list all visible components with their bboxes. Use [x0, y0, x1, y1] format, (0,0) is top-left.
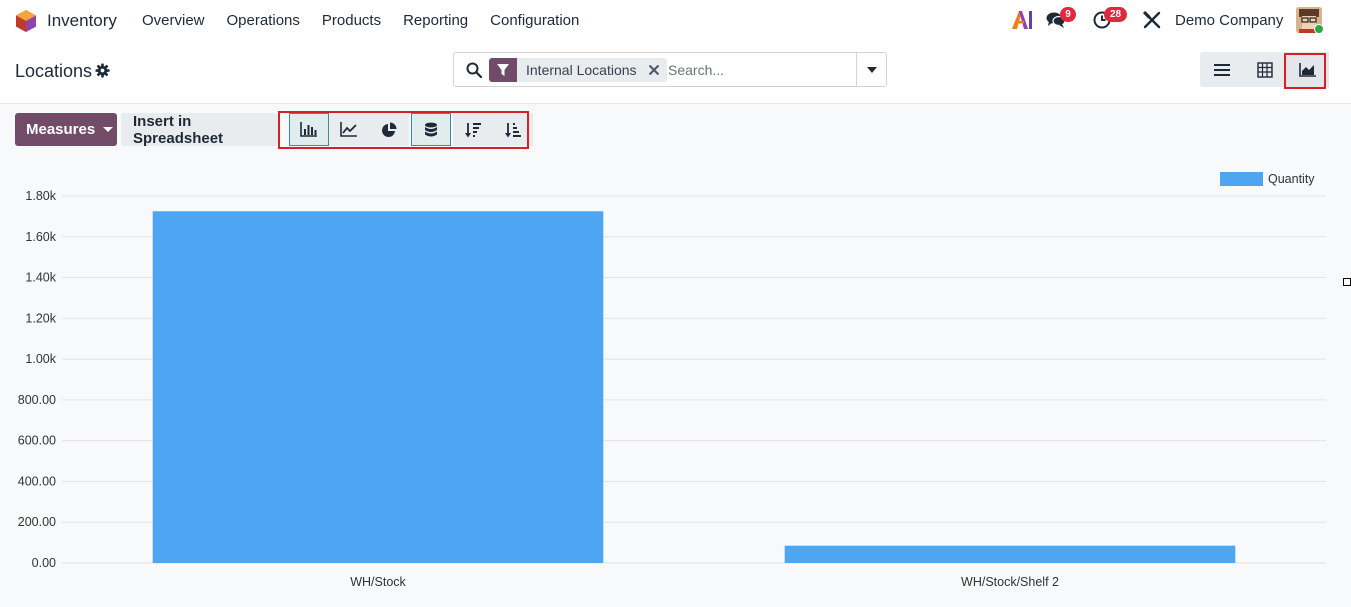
legend-swatch[interactable] [1220, 172, 1263, 186]
highlight-graph-view [1284, 53, 1326, 89]
facet-label: Internal Locations [526, 62, 637, 78]
menu-item-overview[interactable]: Overview [142, 12, 205, 29]
page-title: Locations [15, 61, 93, 81]
menu-item-operations[interactable]: Operations [227, 12, 300, 29]
y-tick-label: 1.20k [25, 311, 56, 325]
x-tick-label: WH/Stock [350, 575, 406, 589]
caret-down-icon [866, 66, 877, 73]
app-name[interactable]: Inventory [47, 11, 117, 31]
activities-badge: 28 [1104, 7, 1127, 22]
search-options-toggle[interactable] [856, 53, 886, 86]
y-tick-label: 200.00 [18, 515, 56, 529]
graph-view-content: Measures Insert in Spreadsheet 0.00 200.… [0, 104, 1351, 607]
main-menu: Overview Operations Products Reporting C… [142, 12, 601, 29]
online-status-dot [1314, 24, 1324, 34]
list-view-button[interactable] [1200, 52, 1243, 87]
measures-label: Measures [26, 121, 96, 138]
y-tick-label: 400.00 [18, 474, 56, 488]
x-tick-label: WH/Stock/Shelf 2 [961, 575, 1059, 589]
bar-0[interactable] [152, 211, 604, 563]
menu-item-configuration[interactable]: Configuration [490, 12, 579, 29]
list-view-icon [1213, 63, 1230, 76]
messages-badge: 9 [1060, 7, 1076, 22]
y-tick-label: 1.60k [25, 230, 56, 244]
search-bar: Internal Locations [453, 52, 887, 87]
search-icon[interactable] [466, 62, 482, 78]
menu-item-reporting[interactable]: Reporting [403, 12, 468, 29]
insert-spreadsheet-button[interactable]: Insert in Spreadsheet [121, 112, 278, 147]
highlight-chart-tools [278, 111, 529, 149]
close-icon[interactable] [645, 58, 663, 82]
pivot-view-button[interactable] [1243, 52, 1286, 87]
tools-icon[interactable] [1143, 11, 1161, 29]
legend-label[interactable]: Quantity [1268, 172, 1315, 186]
y-tick-label: 600.00 [18, 434, 56, 448]
y-tick-label: 800.00 [18, 393, 56, 407]
y-tick-label: 1.00k [25, 352, 56, 366]
y-tick-label: 1.40k [25, 271, 56, 285]
y-tick-label: 1.80k [25, 189, 56, 203]
search-input[interactable] [668, 59, 848, 81]
measures-button[interactable]: Measures [15, 113, 117, 146]
company-switcher[interactable]: Demo Company [1175, 12, 1283, 29]
y-tick-label: 0.00 [32, 556, 56, 570]
ai-icon[interactable] [1011, 10, 1033, 30]
top-navbar: Inventory Overview Operations Products R… [0, 0, 1351, 42]
filter-icon [489, 58, 517, 82]
menu-item-products[interactable]: Products [322, 12, 381, 29]
control-panel: Locations Internal Locations [0, 42, 1351, 104]
app-logo-icon[interactable] [14, 9, 38, 33]
bar-1[interactable] [784, 545, 1236, 563]
pivot-view-icon [1256, 61, 1273, 78]
insert-spreadsheet-label: Insert in Spreadsheet [133, 112, 224, 147]
resize-handle[interactable] [1343, 278, 1351, 286]
gear-icon[interactable] [95, 63, 110, 78]
caret-down-icon [103, 127, 114, 132]
search-facet: Internal Locations [489, 58, 667, 82]
bar-chart: 0.00 200.00 400.00 600.00 800.00 1.00k 1.20k 1.… [18, 172, 1326, 589]
